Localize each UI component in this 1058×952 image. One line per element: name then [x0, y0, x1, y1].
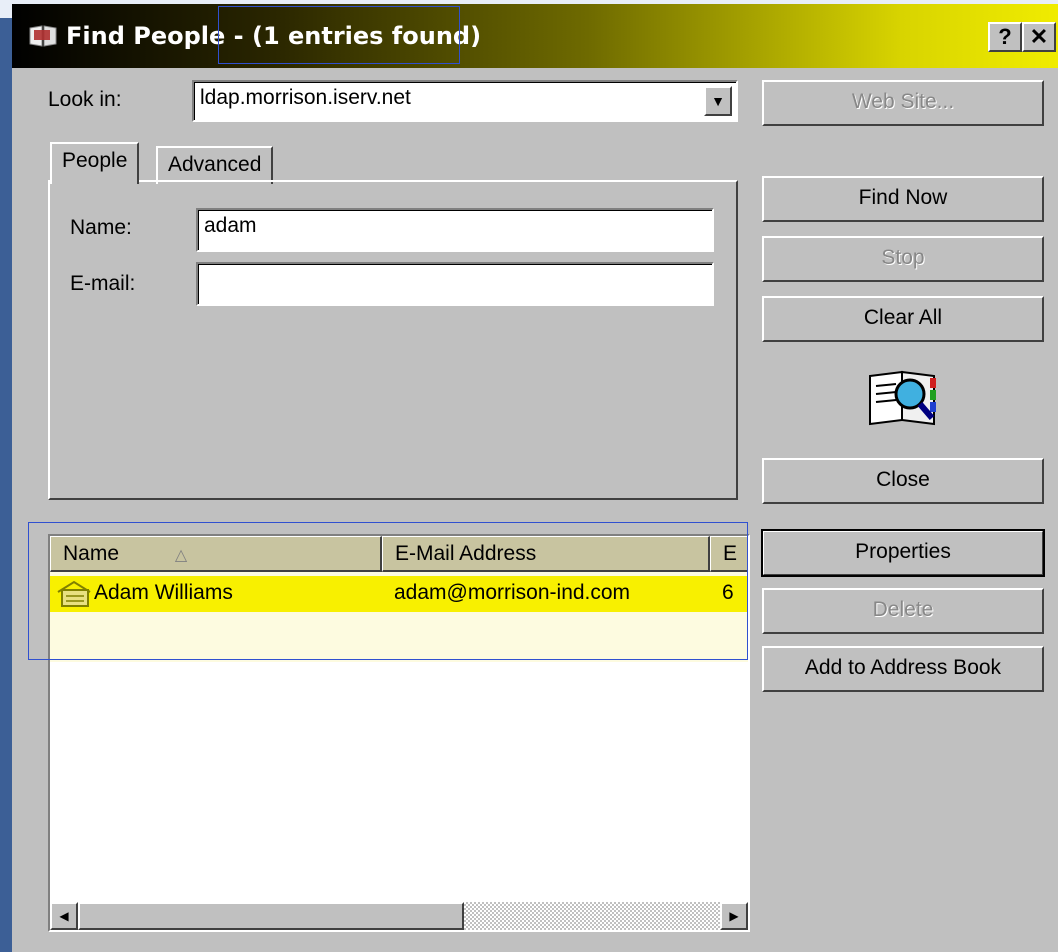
delete-button[interactable]: Delete: [762, 588, 1044, 634]
column-header-email[interactable]: E-Mail Address: [382, 536, 710, 572]
window-title: Find People - (1 entries found): [66, 22, 481, 50]
contact-email: adam@morrison-ind.com: [394, 581, 631, 604]
look-in-label: Look in:: [48, 88, 122, 111]
add-to-address-book-button[interactable]: Add to Address Book: [762, 646, 1044, 692]
contact-name: Adam Williams: [94, 581, 233, 604]
name-field[interactable]: adam: [196, 208, 714, 252]
clear-all-button[interactable]: Clear All: [762, 296, 1044, 342]
address-book-icon: [29, 25, 57, 47]
scroll-track[interactable]: [464, 902, 720, 930]
web-site-button[interactable]: Web Site...: [762, 80, 1044, 126]
people-tab-panel: Name: adam E-mail:: [48, 180, 738, 500]
column-name-label: Name: [63, 542, 120, 565]
column-header-name[interactable]: Name △: [50, 536, 382, 572]
results-list[interactable]: Name △ E-Mail Address E Adam Williams ad…: [48, 534, 750, 932]
title-bar[interactable]: Find People - (1 entries found) ? ✕: [12, 4, 1058, 68]
table-row[interactable]: Adam Williams adam@morrison-ind.com 6: [50, 576, 748, 612]
sort-ascending-icon: △: [174, 547, 188, 564]
properties-button[interactable]: Properties: [761, 529, 1045, 577]
chevron-down-icon[interactable]: ▼: [704, 86, 732, 116]
horizontal-scrollbar[interactable]: ◀ ▶: [50, 902, 748, 930]
scroll-left-icon[interactable]: ◀: [50, 902, 78, 930]
result-count: (1 entries found): [251, 22, 482, 50]
contact-card-icon: [57, 580, 91, 607]
tab-advanced[interactable]: Advanced: [156, 146, 274, 184]
scroll-right-icon[interactable]: ▶: [720, 902, 748, 930]
email-label: E-mail:: [70, 272, 136, 295]
title-label: Find People -: [66, 22, 244, 50]
stop-button[interactable]: Stop: [762, 236, 1044, 282]
look-in-value: ldap.morrison.iserv.net: [200, 86, 411, 109]
find-now-button[interactable]: Find Now: [762, 176, 1044, 222]
find-people-dialog: Find People - (1 entries found) ? ✕ Look…: [12, 4, 1058, 952]
help-button[interactable]: ?: [988, 22, 1022, 52]
name-label: Name:: [70, 216, 132, 239]
close-button[interactable]: Close: [762, 458, 1044, 504]
contact-extra: 6: [722, 581, 734, 604]
tab-people[interactable]: People: [50, 142, 140, 184]
close-window-button[interactable]: ✕: [1022, 22, 1056, 52]
email-field[interactable]: [196, 262, 714, 306]
find-people-search-icon: [869, 370, 936, 426]
column-header-extra[interactable]: E: [710, 536, 748, 572]
scroll-thumb[interactable]: [78, 902, 464, 930]
look-in-dropdown[interactable]: ldap.morrison.iserv.net ▼: [192, 80, 738, 122]
